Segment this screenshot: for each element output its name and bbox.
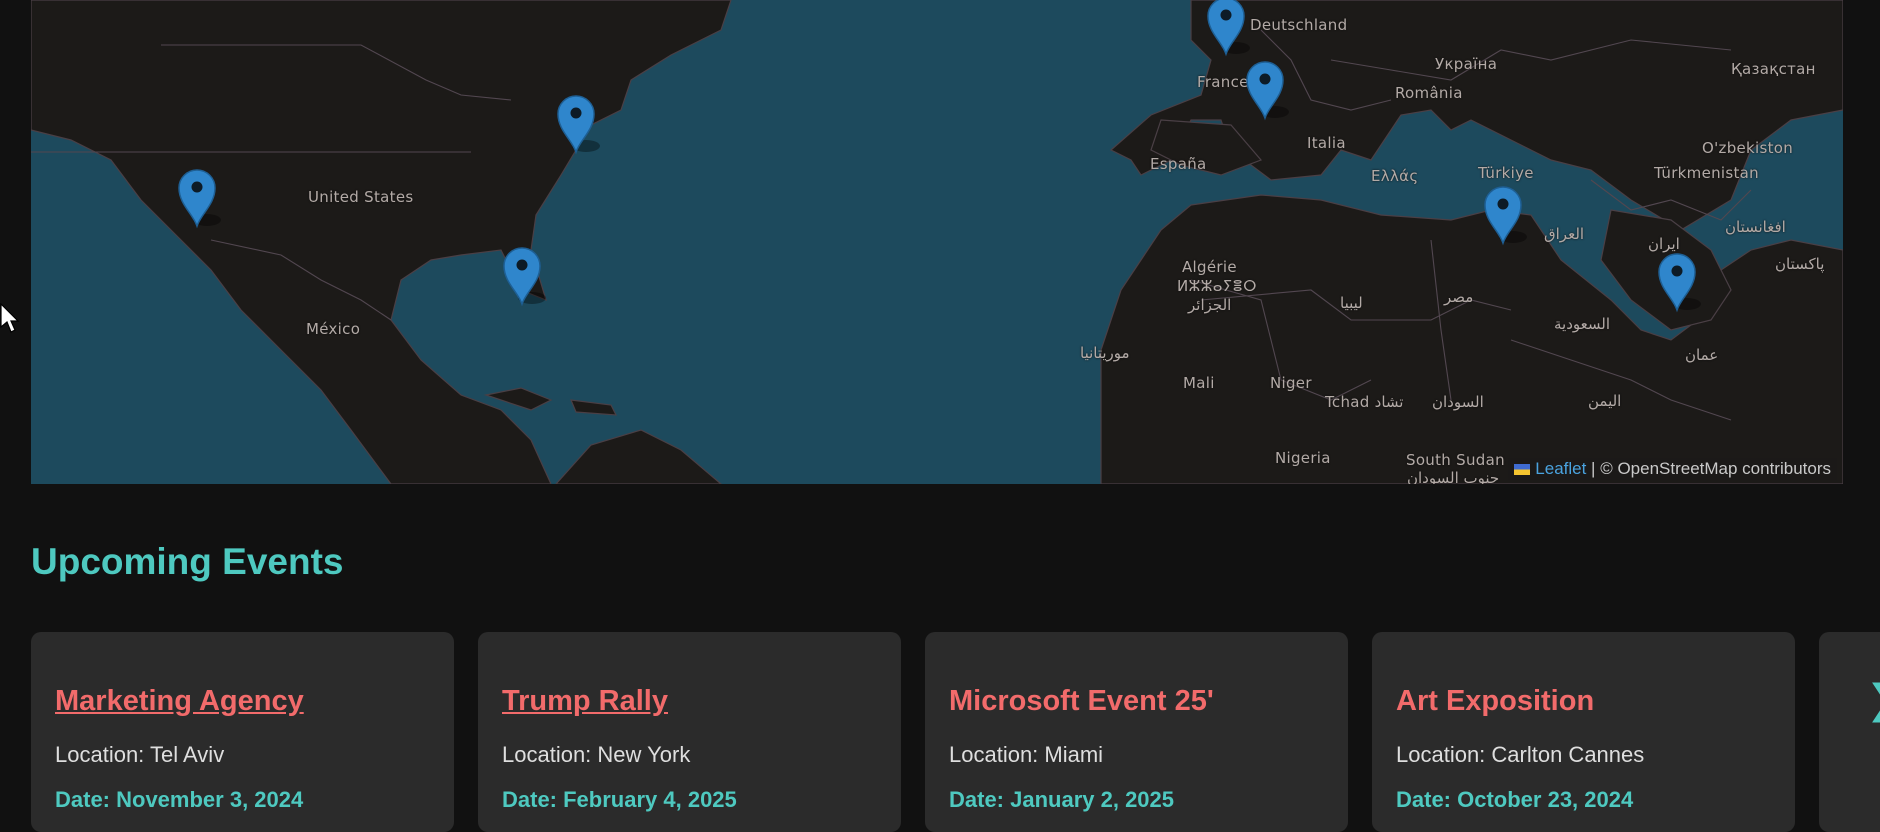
event-location: Location: Tel Aviv [55, 742, 225, 767]
map-label-united-states: United States [308, 188, 414, 206]
map-label-pakistan: پاکستان [1775, 255, 1825, 273]
map-label-south-sudan: South Sudan [1406, 451, 1505, 469]
map-label-italia: Italia [1307, 134, 1346, 152]
map-marker-los-angeles[interactable] [177, 168, 221, 229]
map-label-espana: España [1150, 155, 1207, 173]
map-label-nigeria: Nigeria [1275, 449, 1331, 467]
event-location: Location: Miami [949, 742, 1104, 767]
map-marker-tel-aviv[interactable] [1483, 185, 1527, 246]
map-pin-icon [557, 95, 600, 155]
event-card[interactable]: Trump Rally Location: New York Date: Feb… [478, 632, 901, 832]
attribution-text: | © OpenStreetMap contributors [1586, 459, 1831, 478]
event-card[interactable]: Marketing Agency Location: Tel Aviv Date… [31, 632, 454, 832]
event-date: Date: February 4, 2025 [502, 787, 737, 812]
ukraine-flag-icon [1514, 464, 1531, 475]
map-marker-paris[interactable] [1206, 0, 1250, 57]
map-label-iraq: العراق [1544, 225, 1585, 243]
event-card-partial[interactable] [1819, 632, 1880, 832]
map-marker-miami[interactable] [502, 246, 546, 307]
mouse-cursor-icon [0, 303, 20, 333]
event-date: Date: January 2, 2025 [949, 787, 1175, 812]
map-label-algerie-tifinagh: ⵍⵣⵣⴰⵢⴻⵔ [1177, 277, 1257, 295]
map-label-ukraina: Україна [1435, 55, 1498, 73]
map-pin-icon [1246, 61, 1289, 121]
event-card[interactable]: Microsoft Event 25' Location: Miami Date… [925, 632, 1348, 832]
map-label-algerie: Algérie [1182, 258, 1237, 276]
map-label-oman: عمان [1685, 346, 1719, 364]
map-label-sudan: السودان [1432, 393, 1484, 411]
map-label-algerie-ar: الجزائر [1188, 296, 1232, 314]
map-label-iran: ایران [1648, 235, 1680, 253]
map-pin-icon [1207, 0, 1250, 57]
event-title-link[interactable]: Marketing Agency [55, 685, 304, 718]
map-label-libya: ليبيا [1340, 294, 1363, 312]
map-label-yemen: اليمن [1588, 392, 1622, 410]
event-title[interactable]: Microsoft Event 25' [949, 685, 1214, 718]
map-label-mauritania: موريتانيا [1080, 344, 1130, 362]
event-location: Location: New York [502, 742, 691, 767]
map-label-romania: România [1395, 84, 1463, 102]
map-label-ellas: Ελλάς [1371, 167, 1419, 185]
map-pin-icon [1658, 253, 1701, 313]
map-label-mexico: México [306, 320, 361, 338]
map-pin-icon [178, 169, 221, 229]
map-marker-new-york[interactable] [556, 94, 600, 155]
map-label-saudi: السعودية [1554, 315, 1611, 333]
map-label-south-sudan-ar: جنوب السودان [1407, 469, 1500, 484]
event-card[interactable]: Art Exposition Location: Carlton Cannes … [1372, 632, 1795, 832]
map-pin-icon [1484, 186, 1527, 246]
map-label-turkmenistan: Türkmenistan [1654, 164, 1759, 182]
map-label-mali: Mali [1183, 374, 1215, 392]
map-label-ozbekiston: O'zbekiston [1702, 139, 1794, 157]
upcoming-events-heading: Upcoming Events [31, 541, 344, 582]
map-label-france: France [1197, 73, 1249, 91]
map-marker-dubai[interactable] [1657, 252, 1701, 313]
event-date: Date: November 3, 2024 [55, 787, 304, 812]
event-title[interactable]: Art Exposition [1396, 685, 1594, 718]
event-location: Location: Carlton Cannes [1396, 742, 1645, 767]
map-label-kazakhstan: Қазақстан [1731, 60, 1816, 78]
leaflet-link[interactable]: Leaflet [1535, 459, 1586, 478]
chevron-right-icon[interactable]: ❯ [1866, 680, 1880, 720]
map-label-tchad: Tchad تشاد [1325, 393, 1404, 411]
world-map[interactable]: Deutschland Україна Қазақстан France Rom… [31, 0, 1843, 484]
map-label-turkiye: Türkiye [1478, 164, 1534, 182]
map-attribution: Leaflet | © OpenStreetMap contributors [1508, 458, 1837, 480]
map-label-niger: Niger [1270, 374, 1312, 392]
map-label-egypt: مصر [1444, 288, 1474, 306]
map-marker-cannes[interactable] [1245, 60, 1289, 121]
event-date: Date: October 23, 2024 [1396, 787, 1634, 812]
map-label-afghanistan: افغانستان [1725, 218, 1786, 236]
map-pin-icon [503, 247, 546, 307]
event-title-link[interactable]: Trump Rally [502, 685, 668, 718]
map-label-deutschland: Deutschland [1250, 16, 1348, 34]
